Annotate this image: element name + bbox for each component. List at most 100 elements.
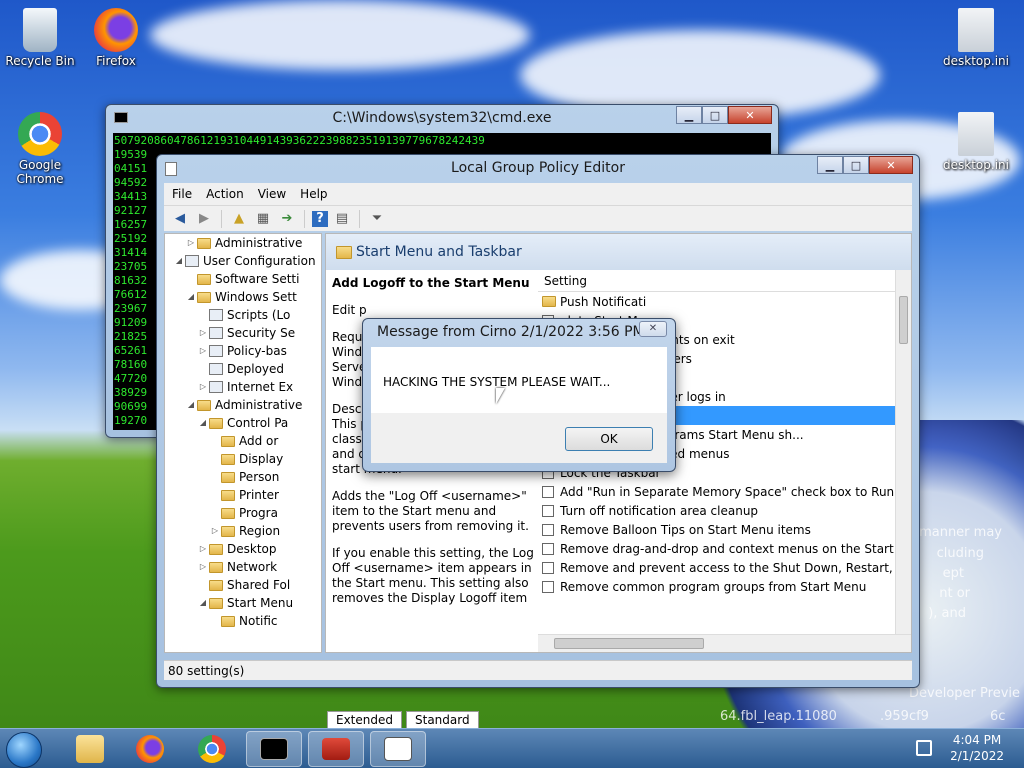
setting-row[interactable]: Add "Run in Separate Memory Space" check… [538,482,911,501]
tree-item[interactable]: ▷ Policy-bas [165,342,321,360]
tree-item[interactable]: ▷ Desktop [165,540,321,558]
close-button[interactable]: ✕ [728,106,772,124]
maximize-button[interactable]: □ [702,106,728,124]
scroll-thumb[interactable] [554,638,704,649]
tab-standard[interactable]: Standard [406,711,479,729]
expand-toggle-icon[interactable]: ▷ [197,324,209,342]
properties-icon[interactable]: ▤ [332,209,352,229]
setting-row[interactable]: Remove common program groups from Start … [538,577,911,596]
tree-item[interactable]: Software Setti [165,270,321,288]
setting-row[interactable]: Remove and prevent access to the Shut Do… [538,558,911,577]
tree-item[interactable]: Notific [165,612,321,630]
up-folder-icon[interactable]: ▲ [229,209,249,229]
folder-icon [197,237,211,249]
taskbar-firefox-button[interactable] [122,731,178,767]
expand-toggle-icon[interactable]: ◢ [173,252,185,270]
setting-row[interactable]: Push Notificati [538,292,911,311]
folder-icon [221,615,235,627]
taskbar-explorer-button[interactable] [62,731,118,767]
toolbar: ◀ ▶ ▲ ▦ ➔ ? ▤ ⏷ [164,205,912,231]
tree-item[interactable]: Display [165,450,321,468]
taskbar-cmd-button[interactable] [246,731,302,767]
minimize-button[interactable]: ▁ [676,106,702,124]
setting-name: Remove and prevent access to the Shut Do… [560,560,911,575]
tab-extended[interactable]: Extended [327,711,402,729]
taskbar-clock[interactable]: 4:04 PM 2/1/2022 [950,732,1004,764]
tree-item[interactable]: Shared Fol [165,576,321,594]
setting-row[interactable]: Remove Balloon Tips on Start Menu items [538,520,911,539]
cmd-titlebar[interactable]: C:\Windows\system32\cmd.exe ▁ □ ✕ [106,105,778,133]
ok-button[interactable]: OK [565,427,653,451]
maximize-button[interactable]: □ [843,156,869,174]
dialog-close-button[interactable]: ✕ [639,321,667,337]
setting-row[interactable]: Remove drag-and-drop and context menus o… [538,539,911,558]
menu-action[interactable]: Action [206,187,244,201]
setting-name: Remove drag-and-drop and context menus o… [560,541,911,556]
menu-view[interactable]: View [258,187,286,201]
recycle-bin-desktop-icon[interactable]: Recycle Bin [0,8,80,68]
edit-policy-link[interactable]: Edit p [332,303,530,318]
setting-row[interactable]: Turn off notification area cleanup [538,501,911,520]
expand-toggle-icon[interactable]: ▷ [197,558,209,576]
back-arrow-icon[interactable]: ◀ [170,209,190,229]
tree-item[interactable]: ◢ User Configuration [165,252,321,270]
tree-item[interactable]: ◢ Start Menu [165,594,321,612]
tree-item[interactable]: ▷ Region [165,522,321,540]
dialog-titlebar[interactable]: Message from Cirno 2/1/2022 3:56 PM ✕ [363,319,675,347]
tree-item[interactable]: Add or [165,432,321,450]
expand-toggle-icon[interactable]: ▷ [185,234,197,252]
horizontal-scrollbar[interactable] [538,634,911,652]
taskbar-toolbox-button[interactable] [308,731,364,767]
vertical-scrollbar[interactable] [895,270,911,634]
tree-item[interactable]: ▷ Internet Ex [165,378,321,396]
help-icon[interactable]: ? [312,210,328,227]
forward-arrow-icon[interactable]: ▶ [194,209,214,229]
tree-item[interactable]: ◢ Administrative [165,396,321,414]
tree-item[interactable]: ◢ Windows Sett [165,288,321,306]
close-button[interactable]: ✕ [869,156,913,174]
start-button[interactable] [6,732,42,768]
taskbar-chrome-button[interactable] [184,731,240,767]
tree-item[interactable]: ◢ Control Pa [165,414,321,432]
tree-item[interactable]: ▷ Administrative [165,234,321,252]
expand-toggle-icon[interactable]: ▷ [197,342,209,360]
scroll-thumb[interactable] [899,296,908,344]
tree-item-label: Desktop [227,542,277,556]
tree-item[interactable]: Person [165,468,321,486]
message-dialog[interactable]: Message from Cirno 2/1/2022 3:56 PM ✕ HA… [362,318,676,472]
expand-toggle-icon[interactable]: ▷ [197,540,209,558]
google-chrome-desktop-icon[interactable]: Google Chrome [0,112,80,186]
filter-icon[interactable]: ⏷ [367,209,387,229]
export-list-icon[interactable]: ➔ [277,209,297,229]
tree-pane[interactable]: ▷ Administrative ◢ User Configuration Softwa… [164,233,322,653]
taskbar-gpedit-button[interactable] [370,731,426,767]
tree-item[interactable]: Printer [165,486,321,504]
folder-icon [209,543,223,555]
network-icon[interactable] [916,740,932,756]
pane-header: Start Menu and Taskbar [326,234,911,270]
show-hide-tree-icon[interactable]: ▦ [253,209,273,229]
tree-item[interactable]: Deployed [165,360,321,378]
tree-item[interactable]: ▷ Network [165,558,321,576]
gpedit-titlebar[interactable]: Local Group Policy Editor ▁ □ ✕ [157,155,919,183]
column-header-setting[interactable]: Setting [538,270,911,292]
setting-name: Turn off notification area cleanup [560,503,759,518]
expand-toggle-icon[interactable]: ◢ [197,414,209,432]
desktop-ini-desktop-icon[interactable]: desktop.ini [936,112,1016,172]
expand-toggle-icon[interactable]: ▷ [209,522,221,540]
tree-item[interactable]: Scripts (Lo [165,306,321,324]
firefox-desktop-icon[interactable]: Firefox [76,8,156,68]
menu-help[interactable]: Help [300,187,327,201]
desktop-ini-desktop-icon[interactable]: desktop.ini [936,8,1016,68]
expand-toggle-icon[interactable]: ◢ [185,396,197,414]
tree-item[interactable]: ▷ Security Se [165,324,321,342]
expand-toggle-icon[interactable]: ◢ [197,594,209,612]
minimize-button[interactable]: ▁ [817,156,843,174]
expand-toggle-icon[interactable]: ▷ [197,378,209,396]
policy-icon [209,381,223,393]
menu-file[interactable]: File [172,187,192,201]
description-title: Add Logoff to the Start Menu [332,276,530,290]
expand-toggle-icon[interactable]: ◢ [185,288,197,306]
tree-item-label: Notific [239,614,278,628]
tree-item[interactable]: Progra [165,504,321,522]
